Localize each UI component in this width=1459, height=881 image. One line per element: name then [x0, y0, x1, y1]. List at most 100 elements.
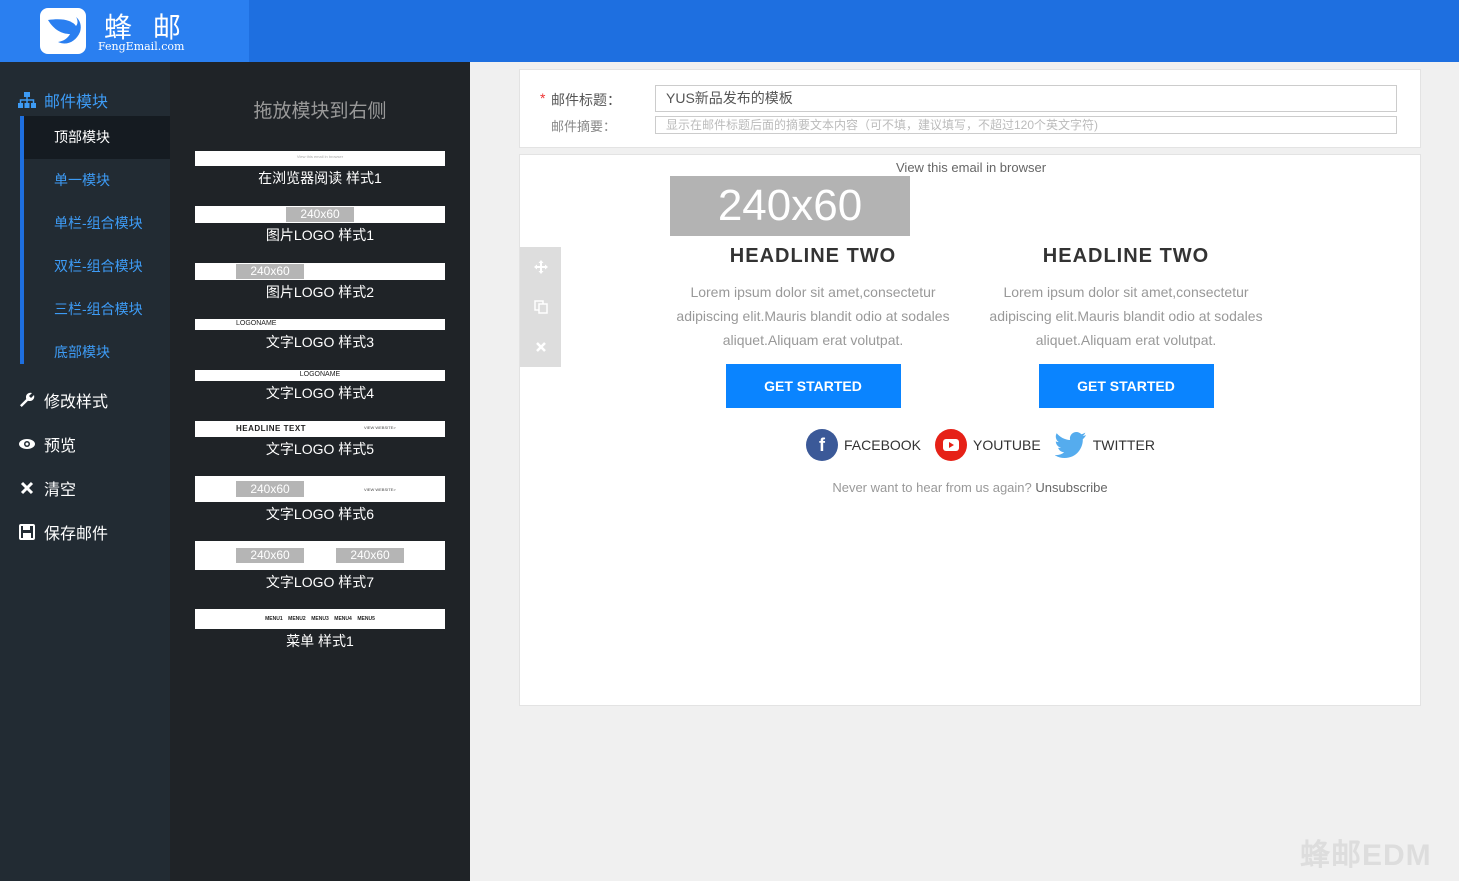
logo-placeholder-image: 240x60	[670, 176, 910, 236]
email-canvas[interactable]: View this email in browser 240x60 HEADLI…	[519, 154, 1421, 706]
logo-placeholder: 240x60	[336, 548, 404, 563]
menu-text: MENU1 MENU2 MENU3 MENU4 MENU5	[265, 616, 375, 622]
brand-logo[interactable]: 蜂 邮 FengEmail.com	[0, 0, 249, 62]
module-text-logo-6[interactable]: 240x60 VIEW WEBSITE> 文字LOGO 样式6	[195, 476, 445, 524]
sidebar-submenu: 顶部模块 单一模块 单栏-组合模块 双栏-组合模块 三栏-组合模块 底部模块	[20, 116, 170, 364]
youtube-label: YOUTUBE	[973, 437, 1041, 453]
sidebar: 邮件模块 顶部模块 单一模块 单栏-组合模块 双栏-组合模块 三栏-组合模块 底…	[0, 62, 170, 881]
module-caption: 图片LOGO 样式1	[265, 227, 375, 243]
logo-text: LOGONAME	[299, 371, 341, 378]
content-column-left: HEADLINE TWO Lorem ipsum dolor sit amet,…	[663, 245, 963, 408]
summary-input[interactable]: 显示在邮件标题后面的摘要文本内容（可不填，建议填写，不超过120个英文字符)	[655, 116, 1397, 134]
wrench-icon	[20, 392, 35, 407]
view-in-browser-link[interactable]: View this email in browser	[896, 160, 1046, 175]
view-website-text: VIEW WEBSITE>	[364, 425, 396, 430]
clear-button[interactable]: 清空	[18, 476, 76, 500]
top-bar: 蜂 邮 FengEmail.com	[0, 0, 1459, 62]
module-image-logo-2[interactable]: 240x60 图片LOGO 样式2	[195, 263, 445, 302]
get-started-button[interactable]: GET STARTED	[725, 364, 901, 408]
watermark: 蜂邮EDM	[1300, 839, 1432, 872]
logo-placeholder: 240x60	[236, 481, 304, 497]
logo-placeholder: 240x60	[236, 548, 304, 563]
view-website-text: VIEW WEBSITE>	[364, 487, 396, 492]
module-preview: 240x60	[195, 263, 445, 280]
preview-button[interactable]: 预览	[18, 432, 76, 456]
delete-icon[interactable]	[520, 327, 561, 367]
subject-input[interactable]: YUS新品发布的模板	[655, 85, 1397, 112]
module-panel-title: 拖放模块到右侧	[253, 101, 387, 122]
email-meta-form: * 邮件标题： YUS新品发布的模板 邮件摘要： 显示在邮件标题后面的摘要文本内…	[519, 69, 1421, 148]
module-caption: 文字LOGO 样式3	[265, 334, 375, 350]
module-text-logo-5[interactable]: HEADLINE TEXT VIEW WEBSITE> 文字LOGO 样式5	[195, 421, 445, 459]
save-icon	[19, 524, 35, 540]
unsubscribe-line: Never want to hear from us again? Unsubs…	[520, 480, 1420, 495]
module-caption: 文字LOGO 样式5	[265, 441, 375, 457]
module-preview: View this email in browser	[195, 151, 445, 166]
bird-logo-icon	[40, 8, 86, 54]
column-body-text: Lorem ipsum dolor sit amet,consectetur a…	[989, 284, 1263, 348]
sidebar-item-top-modules[interactable]: 顶部模块	[24, 116, 170, 159]
sidebar-section-label: 邮件模块	[44, 94, 109, 111]
module-text-logo-3[interactable]: LOGONAME 文字LOGO 样式3	[195, 319, 445, 352]
sidebar-section-email-modules[interactable]: 邮件模块	[18, 88, 108, 112]
preview-label: 预览	[44, 438, 77, 455]
edit-style-button[interactable]: 修改样式	[18, 388, 108, 412]
module-preview: LOGONAME	[195, 370, 445, 381]
module-preview: MENU1 MENU2 MENU3 MENU4 MENU5	[195, 609, 445, 629]
twitter-icon	[1054, 429, 1087, 461]
sidebar-item-two-column[interactable]: 双栏-组合模块	[24, 245, 170, 288]
clear-label: 清空	[44, 482, 77, 499]
save-email-button[interactable]: 保存邮件	[18, 520, 108, 544]
column-body-text: Lorem ipsum dolor sit amet,consectetur a…	[676, 284, 950, 348]
unsubscribe-prefix: Never want to hear from us again?	[832, 480, 1032, 495]
brand-name-en: FengEmail.com	[98, 40, 185, 53]
column-headline: HEADLINE TWO	[1042, 245, 1210, 267]
module-preview: 240x60 VIEW WEBSITE>	[195, 476, 445, 502]
edit-style-label: 修改样式	[44, 394, 109, 411]
module-caption: 在浏览器阅读 样式1	[258, 170, 382, 186]
module-view-in-browser[interactable]: View this email in browser 在浏览器阅读 样式1	[195, 151, 445, 188]
copy-icon[interactable]	[520, 287, 561, 327]
youtube-link[interactable]: YOUTUBE	[935, 429, 1041, 461]
sidebar-item-three-column[interactable]: 三栏-组合模块	[24, 288, 170, 331]
sidebar-item-footer-modules[interactable]: 底部模块	[24, 331, 170, 374]
column-headline: HEADLINE TWO	[729, 245, 897, 267]
module-caption: 文字LOGO 样式4	[265, 385, 375, 401]
module-preview: 240x60 240x60	[195, 541, 445, 570]
eye-icon	[19, 439, 35, 449]
module-text-logo-4[interactable]: LOGONAME 文字LOGO 样式4	[195, 370, 445, 403]
logo-placeholder: 240x60	[286, 207, 354, 222]
get-started-button[interactable]: GET STARTED	[1038, 364, 1214, 408]
subject-label: 邮件标题：	[551, 92, 621, 108]
module-caption: 图片LOGO 样式2	[265, 284, 375, 300]
youtube-icon	[935, 429, 968, 461]
summary-label: 邮件摘要：	[551, 119, 617, 134]
sidebar-item-single-module[interactable]: 单一模块	[24, 159, 170, 202]
logo-placeholder: 240x60	[236, 264, 304, 279]
module-caption: 文字LOGO 样式7	[265, 574, 375, 590]
sitemap-icon	[18, 92, 36, 108]
facebook-label: FACEBOOK	[844, 437, 922, 453]
module-menu-1[interactable]: MENU1 MENU2 MENU3 MENU4 MENU5 菜单 样式1	[195, 609, 445, 651]
block-toolbar	[520, 247, 561, 367]
module-preview-text: View this email in browser	[296, 154, 344, 159]
module-preview: 240x60	[195, 206, 445, 223]
facebook-link[interactable]: f FACEBOOK	[806, 429, 921, 461]
twitter-label: TWITTER	[1092, 437, 1155, 453]
module-caption: 文字LOGO 样式6	[265, 506, 375, 522]
module-text-logo-7[interactable]: 240x60 240x60 文字LOGO 样式7	[195, 541, 445, 592]
twitter-link[interactable]: TWITTER	[1054, 429, 1155, 461]
required-mark: *	[540, 90, 546, 106]
headline-text: HEADLINE TEXT	[236, 424, 307, 433]
module-image-logo-1[interactable]: 240x60 图片LOGO 样式1	[195, 206, 445, 245]
move-icon[interactable]	[520, 247, 561, 287]
unsubscribe-link[interactable]: Unsubscribe	[1035, 480, 1107, 495]
module-panel: 拖放模块到右侧 View this email in browser 在浏览器阅…	[170, 62, 470, 881]
module-caption: 菜单 样式1	[286, 633, 354, 649]
content-column-right: HEADLINE TWO Lorem ipsum dolor sit amet,…	[976, 245, 1276, 408]
facebook-icon: f	[806, 429, 838, 461]
social-links: f FACEBOOK YOUTUBE TWITTER	[806, 429, 1155, 461]
logo-text: LOGONAME	[236, 320, 277, 327]
save-email-label: 保存邮件	[44, 526, 109, 543]
sidebar-item-one-column[interactable]: 单栏-组合模块	[24, 202, 170, 245]
